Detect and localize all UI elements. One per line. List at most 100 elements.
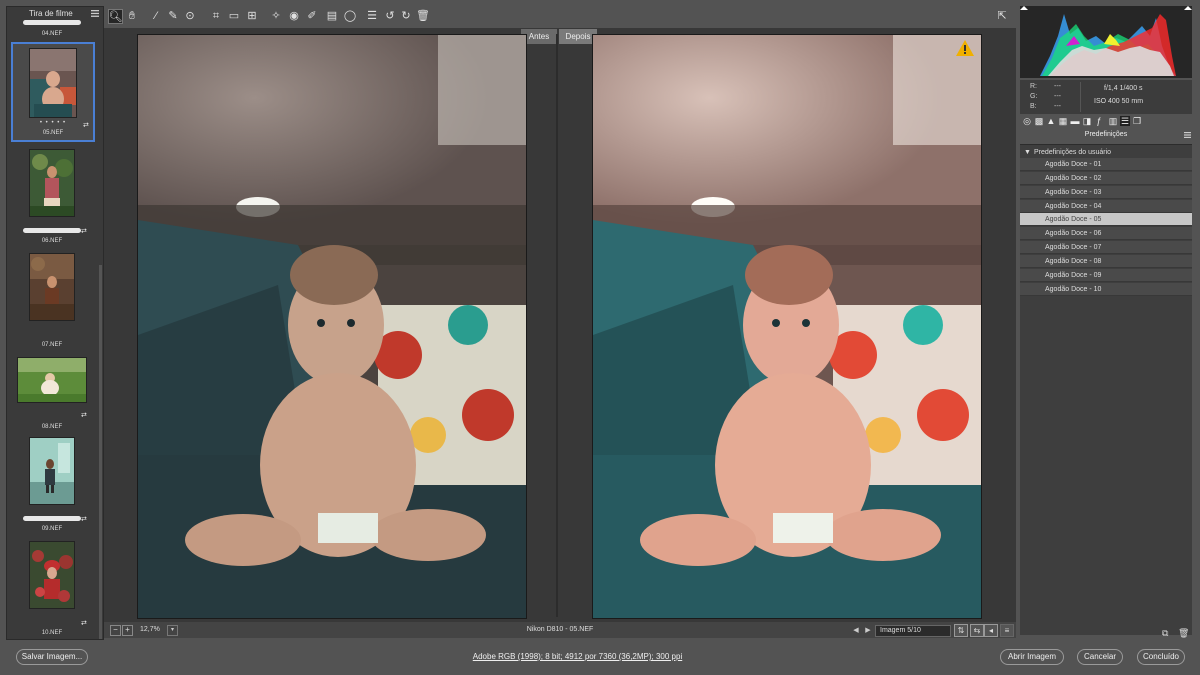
expand-arrow-icon[interactable]: ▼ — [1024, 149, 1031, 156]
detail-icon[interactable]: ▲ — [1046, 116, 1056, 126]
straighten-icon[interactable]: ▭ — [228, 10, 240, 22]
before-after-view-icon[interactable]: ⇅ — [954, 624, 968, 637]
thumb-filename: 10.NEF — [41, 630, 63, 636]
previous-image-icon[interactable]: ◀ — [851, 626, 861, 635]
preset-group-label[interactable]: Predefinições do usuário — [1034, 149, 1111, 156]
histogram — [1020, 6, 1192, 78]
preset-item[interactable]: Agodão Doce - 09 — [1020, 269, 1192, 282]
thumb-rating-bar — [23, 228, 81, 233]
calibration-icon[interactable]: ▥ — [1108, 116, 1118, 126]
cancel-button[interactable]: Cancelar — [1077, 649, 1123, 665]
before-image[interactable] — [137, 34, 527, 619]
preview-preferences-icon[interactable]: ≡ — [1000, 624, 1014, 637]
preset-item[interactable]: Agodão Doce - 10 — [1020, 283, 1192, 296]
new-preset-icon[interactable]: ⧉ — [1162, 628, 1168, 639]
open-image-button[interactable]: Abrir Imagem — [1000, 649, 1064, 665]
lens-corrections-icon[interactable]: ◨ — [1082, 116, 1092, 126]
preset-item[interactable]: Agodão Doce - 02 — [1020, 172, 1192, 185]
r-label: R: — [1030, 83, 1037, 90]
thumb-filename: 05.NEF — [42, 130, 64, 136]
transform-icon[interactable]: ⊞ — [246, 10, 258, 22]
delete-preset-icon[interactable]: 🗑︎ — [1178, 628, 1189, 639]
done-button[interactable]: Concluído — [1137, 649, 1185, 665]
presets-title: Predefinições — [1084, 131, 1128, 138]
split-toning-icon[interactable]: ▬ — [1070, 116, 1080, 126]
thumbnail-image — [17, 357, 87, 403]
right-panel: R: G: B: --- --- --- f/1,4 1/400 s ISO 4… — [1018, 6, 1194, 638]
warning-icon[interactable] — [956, 40, 974, 56]
preview-statusbar: − + 12,7% ▾ Nikon D810 - 05.NEF ◀ ▶ Imag… — [104, 622, 1016, 638]
b-value: --- — [1054, 103, 1061, 110]
trash-icon[interactable]: 🗑︎ — [416, 10, 430, 22]
filmstrip-item-10[interactable]: ⇄ 10.NEF — [7, 538, 97, 639]
preset-item[interactable]: Agodão Doce - 03 — [1020, 186, 1192, 199]
thumb-filename: 09.NEF — [41, 526, 63, 532]
filmstrip-item-06[interactable]: ⇄ 06.NEF — [7, 146, 97, 250]
sync-icon[interactable]: ⇄ — [81, 516, 88, 523]
toolbar: 🔍︎ ✋︎ ⁄ ✎ ⊙ ⌗ ▭ ⊞ ✧ ◉ ✐ ▤ ◯ ☰ ↺ ↻ 🗑︎ ⇱ — [104, 6, 1016, 28]
next-image-icon[interactable]: ▶ — [863, 626, 873, 635]
g-value: --- — [1054, 93, 1061, 100]
red-eye-icon[interactable]: ◉ — [288, 10, 300, 22]
hand-icon[interactable]: ✋︎ — [126, 10, 138, 22]
preset-item[interactable]: Agodão Doce - 07 — [1020, 241, 1192, 254]
tone-curve-icon[interactable]: ▩ — [1034, 116, 1044, 126]
color-sampler-icon[interactable]: ✎ — [167, 10, 179, 22]
spot-removal-icon[interactable]: ✧ — [270, 10, 282, 22]
thumbnail-image — [29, 253, 75, 321]
sync-icon[interactable]: ⇄ — [81, 228, 88, 235]
sync-icon[interactable]: ⇄ — [81, 620, 88, 627]
aperture-shutter: f/1,4 1/400 s — [1104, 85, 1143, 92]
preset-item[interactable]: Agodão Doce - 06 — [1020, 227, 1192, 240]
sync-icon[interactable]: ⇄ — [83, 122, 90, 129]
rotate-right-icon[interactable]: ↻ — [400, 10, 412, 22]
b-label: B: — [1030, 103, 1037, 110]
basic-panel-icon[interactable]: ◎ — [1022, 116, 1032, 126]
adjustment-brush-icon[interactable]: ✐ — [306, 10, 318, 22]
copy-settings-icon[interactable]: ◂ — [984, 624, 998, 637]
thumbnail-image — [29, 541, 75, 609]
split-divider — [556, 34, 558, 617]
presets-icon[interactable]: ☰ — [1120, 116, 1130, 126]
preset-item-selected[interactable]: Agodão Doce - 05 — [1020, 213, 1192, 226]
filmstrip-item-05[interactable]: • • • • • 05.NEF ⇄ — [11, 42, 95, 142]
image-preview: Antes Depois — [104, 28, 1016, 622]
filmstrip-item-09[interactable]: ⇄ 09.NEF — [7, 434, 97, 538]
thumbnail-image — [29, 437, 75, 505]
crop-icon[interactable]: ⌗ — [210, 10, 222, 22]
sync-icon[interactable]: ⇄ — [81, 412, 88, 419]
graduated-filter-icon[interactable]: ▤ — [326, 10, 338, 22]
effects-icon[interactable]: ƒ — [1094, 116, 1104, 126]
target-adjust-icon[interactable]: ⊙ — [184, 10, 196, 22]
white-balance-icon[interactable]: ⁄ — [150, 10, 162, 22]
swap-settings-icon[interactable]: ⇆ — [970, 624, 984, 637]
hsl-icon[interactable]: ▦ — [1058, 116, 1068, 126]
preset-item[interactable]: Agodão Doce - 01 — [1020, 158, 1192, 171]
filmstrip-menu-icon[interactable] — [91, 10, 99, 17]
thumb-filename: 07.NEF — [41, 342, 63, 348]
presets-header: Predefinições — [1020, 130, 1192, 142]
pixel-readout: R: G: B: --- --- --- f/1,4 1/400 s ISO 4… — [1020, 80, 1192, 114]
filmstrip-item-07[interactable]: 07.NEF — [7, 250, 97, 354]
zoom-icon[interactable]: 🔍︎ — [108, 9, 123, 24]
filmstrip-scrollbar[interactable] — [99, 265, 102, 639]
rotate-left-icon[interactable]: ↺ — [384, 10, 396, 22]
workflow-options-link[interactable]: Adobe RGB (1998); 8 bit; 4912 por 7360 (… — [0, 652, 1155, 661]
snapshots-icon[interactable]: ❐ — [1132, 116, 1142, 126]
filmstrip-item-04[interactable]: 04.NEF — [7, 20, 97, 41]
thumb-rating-bar — [23, 20, 81, 25]
preset-item[interactable]: Agodão Doce - 08 — [1020, 255, 1192, 268]
presets-menu-icon[interactable] — [1184, 132, 1191, 138]
image-counter: Imagem 5/10 — [875, 625, 951, 637]
preset-item[interactable]: Agodão Doce - 04 — [1020, 200, 1192, 213]
r-value: --- — [1054, 83, 1061, 90]
thumb-filename: 08.NEF — [41, 424, 63, 430]
preferences-icon[interactable]: ☰ — [366, 10, 378, 22]
radial-filter-icon[interactable]: ◯ — [344, 10, 356, 22]
after-image[interactable] — [592, 34, 982, 619]
thumb-rating[interactable]: • • • • • — [13, 120, 93, 126]
open-fullscreen-icon[interactable]: ⇱ — [996, 10, 1008, 22]
iso-focal: ISO 400 50 mm — [1094, 98, 1144, 105]
presets-list: ▼ Predefinições do usuário Agodão Doce -… — [1020, 144, 1192, 635]
panel-tabs: ◎ ▩ ▲ ▦ ▬ ◨ ƒ ▥ ☰ ❐ — [1020, 116, 1192, 128]
